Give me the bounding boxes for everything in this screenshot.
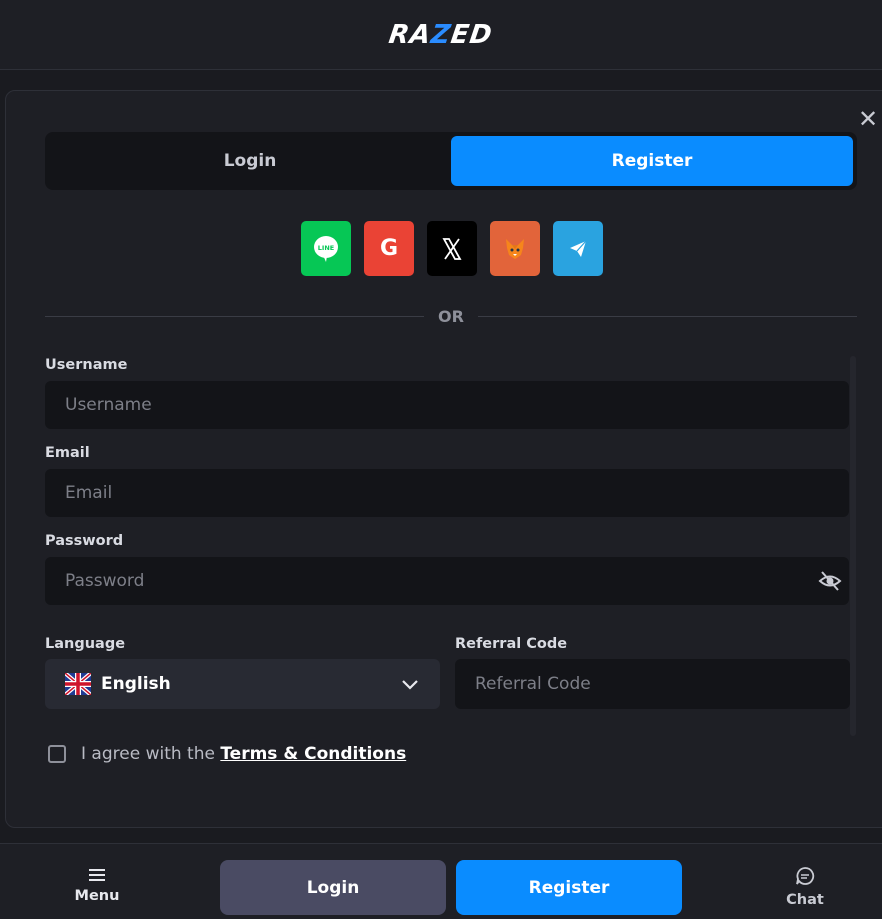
chat-bubble-icon xyxy=(796,867,815,885)
telegram-login-button[interactable] xyxy=(553,221,603,276)
email-input[interactable] xyxy=(45,469,849,517)
referral-code-label: Referral Code xyxy=(455,636,568,652)
line-icon: LINE xyxy=(314,235,338,262)
password-label: Password xyxy=(45,533,124,549)
tab-register[interactable]: Register xyxy=(451,136,853,186)
x-login-button[interactable] xyxy=(427,221,477,276)
menu-button[interactable]: Menu xyxy=(66,868,128,910)
password-input[interactable] xyxy=(45,557,849,605)
auth-tabs: Login Register xyxy=(45,132,857,190)
line-login-button[interactable]: LINE xyxy=(301,221,351,276)
language-label: Language xyxy=(45,636,126,652)
email-label: Email xyxy=(45,445,90,461)
referral-code-input[interactable] xyxy=(455,659,850,709)
terms-agree-text: I agree with the Terms & Conditions xyxy=(81,744,406,764)
google-icon: G xyxy=(379,236,399,261)
uk-flag-icon xyxy=(65,673,91,695)
terms-agree-row: I agree with the Terms & Conditions xyxy=(48,744,406,764)
metamask-login-button[interactable] xyxy=(490,221,540,276)
register-modal xyxy=(5,90,882,828)
hamburger-menu-icon xyxy=(89,869,105,881)
username-label: Username xyxy=(45,357,128,373)
terms-conditions-link[interactable]: Terms & Conditions xyxy=(220,744,406,764)
top-bar: RAZED xyxy=(0,0,882,70)
username-input[interactable] xyxy=(45,381,849,429)
tab-login[interactable]: Login xyxy=(49,136,451,186)
x-icon xyxy=(442,237,462,260)
svg-text:LINE: LINE xyxy=(318,244,334,252)
telegram-icon xyxy=(570,240,587,257)
chat-label: Chat xyxy=(786,892,824,908)
language-selected-value: English xyxy=(101,674,171,694)
google-login-button[interactable]: G xyxy=(364,221,414,276)
chat-button[interactable]: Chat xyxy=(776,866,834,910)
social-login-row: LINE G xyxy=(301,221,603,276)
menu-label: Menu xyxy=(74,888,120,904)
metamask-fox-icon xyxy=(506,238,524,259)
or-text: OR xyxy=(438,306,464,326)
bottom-register-button[interactable]: Register xyxy=(456,860,682,915)
close-icon: ✕ xyxy=(857,105,879,133)
close-modal-button[interactable]: ✕ xyxy=(855,105,881,133)
chevron-down-icon xyxy=(402,680,418,690)
language-select[interactable]: English xyxy=(45,659,440,709)
bottom-login-button[interactable]: Login xyxy=(220,860,446,915)
eye-slash-icon[interactable] xyxy=(818,570,842,592)
divider-line-right xyxy=(477,315,858,317)
form-scrollbar[interactable] xyxy=(850,356,856,736)
divider-line-left xyxy=(45,315,425,317)
terms-checkbox[interactable] xyxy=(48,745,66,763)
razed-logo[interactable]: RAZED xyxy=(387,20,495,50)
or-divider: OR xyxy=(45,306,858,326)
terms-prefix: I agree with the xyxy=(81,744,221,764)
